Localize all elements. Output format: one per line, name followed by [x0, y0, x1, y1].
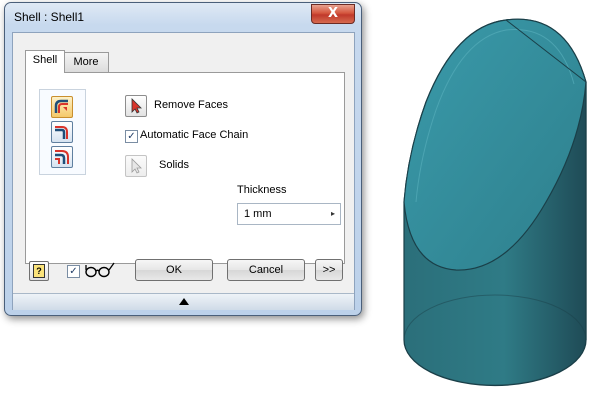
glasses-icon [83, 262, 117, 281]
help-icon: ? [33, 264, 45, 278]
remove-faces-button[interactable] [125, 95, 147, 117]
shell-inside-icon[interactable] [51, 96, 73, 118]
automatic-face-chain-checkbox[interactable]: ✓ [125, 130, 138, 143]
ok-button[interactable]: OK [135, 259, 213, 281]
shell-direction-group [39, 89, 86, 175]
title-bar[interactable]: Shell : Shell1 X [5, 3, 361, 31]
dialog-client-area: Shell More Remove Faces ✓ Automatic Face… [12, 32, 355, 310]
thickness-input[interactable]: 1 mm ▸ [237, 203, 341, 225]
preview-checkbox[interactable]: ✓ [67, 265, 80, 278]
collapse-arrow-icon[interactable] [179, 298, 189, 305]
tab-shell[interactable]: Shell [25, 50, 65, 73]
collapse-bar[interactable] [13, 293, 354, 310]
shell-both-sides-icon[interactable] [51, 146, 73, 168]
thickness-arrow-icon[interactable]: ▸ [326, 204, 340, 224]
cancel-button[interactable]: Cancel [227, 259, 305, 281]
shelled-cylinder-model[interactable] [396, 12, 588, 396]
screenshot-stage: Shell : Shell1 X Shell More Remove Faces… [0, 0, 589, 401]
more-options-button[interactable]: >> [315, 259, 343, 281]
shell-dialog: Shell : Shell1 X Shell More Remove Faces… [4, 2, 362, 316]
solids-label: Solids [159, 159, 189, 171]
thickness-label: Thickness [237, 184, 287, 196]
close-button[interactable]: X [311, 4, 355, 24]
automatic-face-chain-label: Automatic Face Chain [140, 129, 249, 141]
solids-button[interactable] [125, 155, 147, 177]
thickness-value: 1 mm [244, 208, 272, 220]
shell-outside-icon[interactable] [51, 121, 73, 143]
tab-more[interactable]: More [63, 52, 109, 72]
remove-faces-label: Remove Faces [154, 99, 228, 111]
help-button[interactable]: ? [29, 261, 49, 281]
dialog-title: Shell : Shell1 [14, 10, 85, 24]
